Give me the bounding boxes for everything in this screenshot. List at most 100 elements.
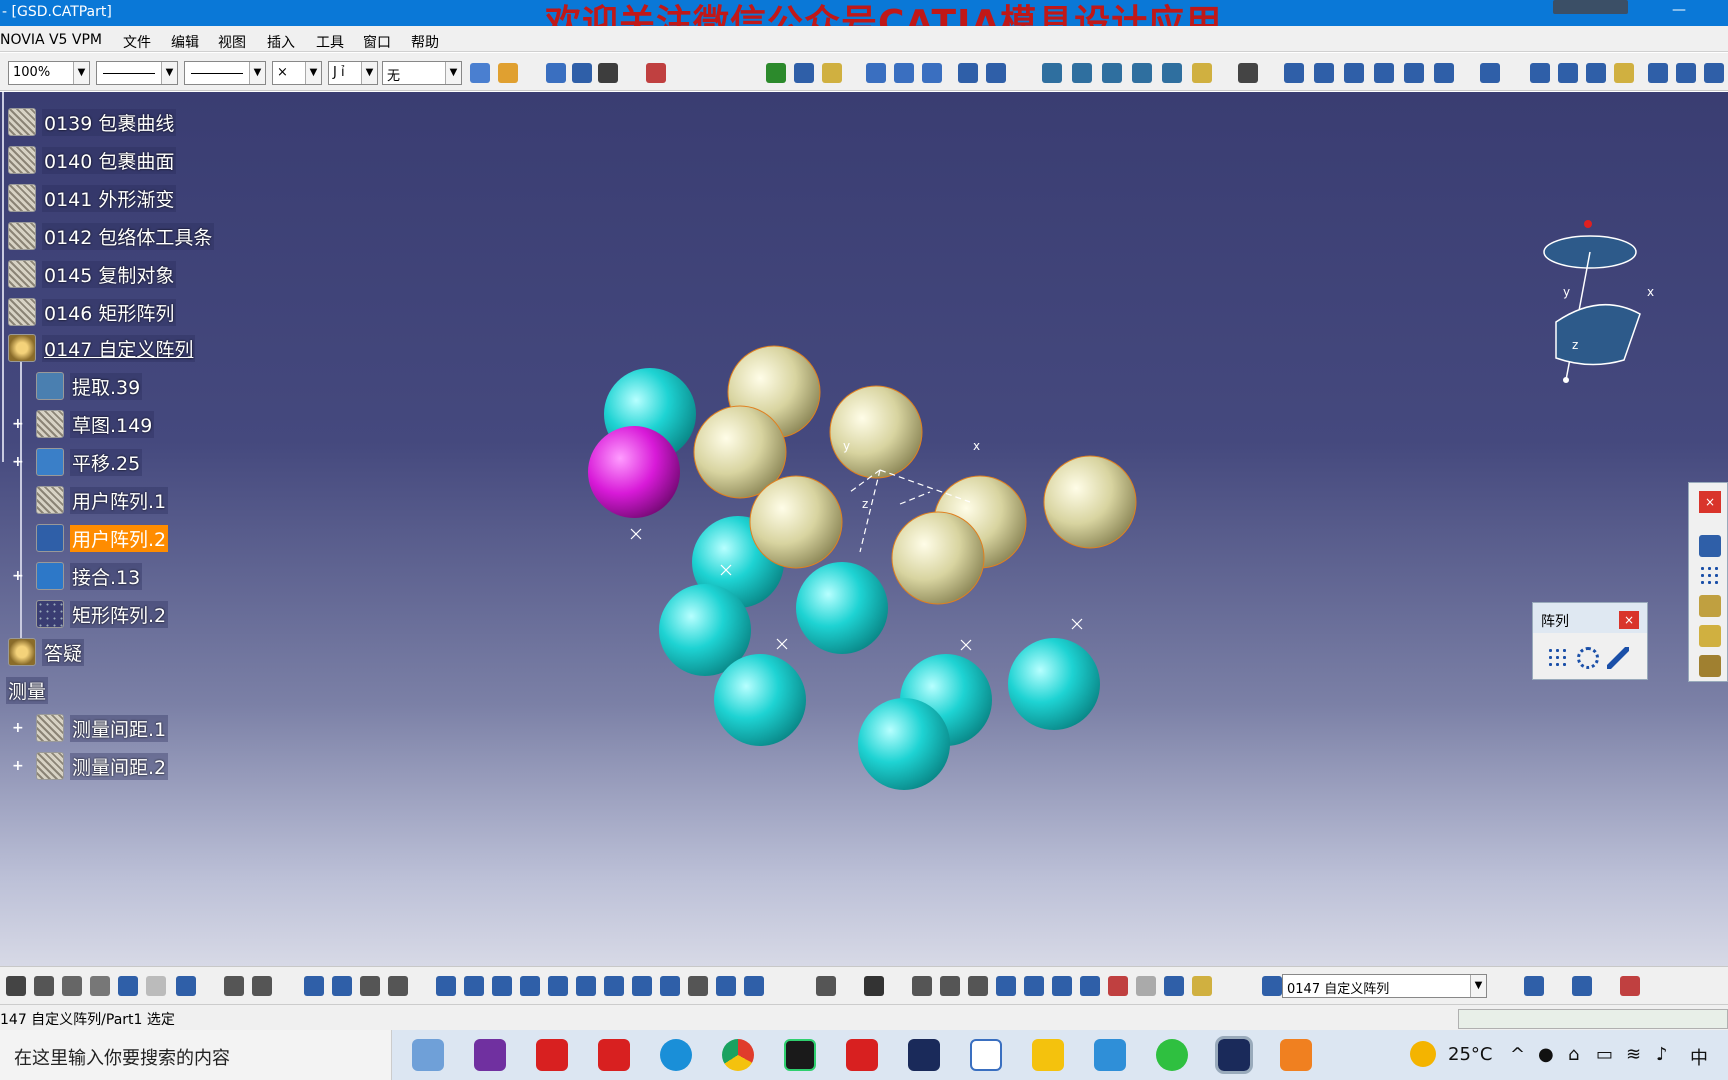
fill-icon[interactable] (1072, 63, 1092, 83)
line-weight-combo[interactable]: ▼ (184, 61, 266, 85)
curve-icon[interactable] (1586, 63, 1606, 83)
menu-novia[interactable]: NOVIA V5 VPM (0, 32, 102, 48)
chevron-down-icon[interactable]: ▼ (361, 62, 377, 84)
zoom-in-icon[interactable] (548, 976, 568, 996)
pycharm-icon[interactable] (784, 1039, 816, 1071)
meeting-icon[interactable] (970, 1039, 1002, 1071)
redo-icon[interactable] (146, 976, 166, 996)
pan-icon[interactable] (492, 976, 512, 996)
zoom-out-icon[interactable] (576, 976, 596, 996)
help-icon[interactable] (176, 976, 196, 996)
chevron-down-icon[interactable]: ▼ (305, 62, 321, 84)
hand-icon[interactable] (940, 976, 960, 996)
xmind-icon[interactable] (846, 1039, 878, 1071)
snap-icon[interactable] (996, 976, 1016, 996)
shading-icon[interactable] (688, 976, 708, 996)
menu-view[interactable]: 视图 (218, 32, 246, 52)
eraser-icon[interactable] (1614, 63, 1634, 83)
graph-icon[interactable] (546, 63, 566, 83)
trim-icon[interactable] (1344, 63, 1364, 83)
beige-sphere[interactable] (891, 511, 985, 605)
code-icon[interactable] (1280, 1039, 1312, 1071)
circle-icon[interactable] (958, 63, 978, 83)
camera-icon[interactable] (864, 976, 884, 996)
hierarchy-icon[interactable] (1164, 976, 1184, 996)
translate-icon[interactable] (1434, 63, 1454, 83)
blend-icon[interactable] (1102, 63, 1122, 83)
offset-icon[interactable] (1132, 63, 1152, 83)
table-icon[interactable] (572, 63, 592, 83)
catalog-icon[interactable] (1699, 595, 1721, 617)
hide-show-icon[interactable] (716, 976, 736, 996)
menu-insert[interactable]: 插入 (267, 32, 295, 52)
wifi-icon[interactable]: ≋ (1626, 1044, 1641, 1065)
volume-icon[interactable]: ♪ (1656, 1044, 1668, 1065)
loft-icon[interactable] (1162, 63, 1182, 83)
taskbar-search[interactable]: 在这里输入你要搜索的内容 (0, 1030, 392, 1080)
measure-icon[interactable] (1572, 976, 1592, 996)
work-object-combo[interactable]: 0147 自定义阵列 ▼ (1282, 974, 1487, 998)
instance-icon[interactable] (1699, 655, 1721, 677)
3d-viewport[interactable]: 0139 包裹曲线 0140 包裹曲面 0141 外形渐变 0142 包络体工具… (0, 92, 1728, 966)
update-icon[interactable] (816, 976, 836, 996)
formula-icon[interactable] (224, 976, 244, 996)
network-icon[interactable]: ⌂ (1568, 1044, 1579, 1065)
magenta-sphere[interactable] (588, 426, 680, 518)
grid-icon[interactable] (1024, 976, 1044, 996)
dependency-icon[interactable] (388, 976, 408, 996)
stack-icon[interactable] (1699, 625, 1721, 647)
chevron-down-icon[interactable]: ▼ (73, 62, 89, 84)
pattern-icon[interactable] (1699, 565, 1721, 587)
tree-icon[interactable] (332, 976, 352, 996)
menu-help[interactable]: 帮助 (411, 32, 439, 52)
catia-icon[interactable] (908, 1039, 940, 1071)
body-icon[interactable] (1648, 63, 1668, 83)
extrude-icon[interactable] (866, 63, 886, 83)
layer-combo[interactable]: J ỉ ▼ (328, 61, 378, 85)
solid-icon[interactable] (1676, 63, 1696, 83)
revolve-icon[interactable] (894, 63, 914, 83)
zoom-combo[interactable]: 100% ▼ (8, 61, 90, 85)
chevron-down-icon[interactable]: ▼ (161, 62, 177, 84)
paint-icon[interactable] (470, 63, 490, 83)
3d-grid-icon[interactable] (1080, 976, 1100, 996)
ime-indicator[interactable]: 中 (1690, 1044, 1708, 1070)
cyan-sphere[interactable] (714, 654, 806, 746)
array-toolbar-header[interactable]: 阵列 × (1533, 603, 1647, 633)
normal-view-icon[interactable] (604, 976, 624, 996)
app-icon-misc[interactable] (412, 1039, 444, 1071)
title-button-group[interactable] (1553, 0, 1628, 14)
fit-all-icon[interactable] (464, 976, 484, 996)
weather-text[interactable]: 25°C (1448, 1044, 1492, 1065)
arc-icon[interactable] (1558, 63, 1578, 83)
help-cursor-icon[interactable] (598, 63, 618, 83)
lock-icon[interactable] (360, 976, 380, 996)
draft-analysis-icon[interactable] (1620, 976, 1640, 996)
onenote-icon[interactable] (474, 1039, 506, 1071)
catia-active-icon[interactable] (1215, 1036, 1253, 1074)
multi-view-icon[interactable] (632, 976, 652, 996)
minimize-icon[interactable]: — (1672, 2, 1686, 18)
user-pattern-icon[interactable] (1607, 647, 1629, 669)
cut-icon[interactable] (34, 976, 54, 996)
work-plane-icon[interactable] (1052, 976, 1072, 996)
undo-icon[interactable] (118, 976, 138, 996)
surface-icon[interactable] (1192, 63, 1212, 83)
sketch-icon[interactable] (1238, 63, 1258, 83)
beige-sphere[interactable] (829, 385, 923, 479)
beige-sphere[interactable] (749, 475, 843, 569)
paste-icon[interactable] (90, 976, 110, 996)
youdao-icon[interactable] (598, 1039, 630, 1071)
right-toolbar[interactable]: × (1688, 482, 1728, 682)
analysis-icon[interactable] (1480, 63, 1500, 83)
layer-filter-icon[interactable] (1136, 976, 1156, 996)
sphere-icon[interactable] (1042, 63, 1062, 83)
menu-window[interactable]: 窗口 (363, 32, 391, 52)
spline-icon[interactable] (986, 63, 1006, 83)
array-toolbar[interactable]: 阵列 × (1532, 602, 1648, 680)
rotate-icon[interactable] (520, 976, 540, 996)
axis-icon[interactable] (968, 976, 988, 996)
part-icon[interactable] (1704, 63, 1724, 83)
catalog-icon[interactable] (646, 63, 666, 83)
menu-tools[interactable]: 工具 (316, 32, 344, 52)
